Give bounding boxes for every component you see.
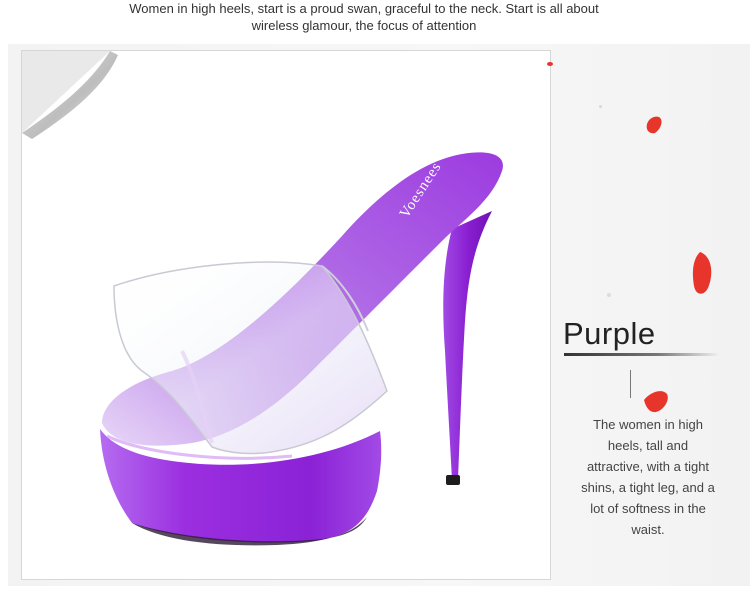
product-image-frame: Voesnees: [21, 50, 551, 580]
caption-line-1: Women in high heels, start is a proud sw…: [129, 1, 599, 16]
header-caption: Women in high heels, start is a proud sw…: [0, 0, 728, 34]
petal-icon: [646, 116, 662, 134]
shoe-image: Voesnees: [100, 152, 503, 546]
title-underline: [564, 353, 720, 356]
caption-line-2: wireless glamour, the focus of attention: [251, 18, 477, 33]
petal-icon: [644, 391, 668, 413]
product-description: The women in high heels, tall and attrac…: [581, 417, 715, 537]
divider-line: [630, 370, 631, 398]
color-title: Purple: [563, 316, 656, 351]
petal-icon: [599, 105, 602, 108]
petal-icon: [692, 252, 712, 294]
petal-icon: [607, 293, 611, 297]
petal-icon: [547, 62, 553, 66]
